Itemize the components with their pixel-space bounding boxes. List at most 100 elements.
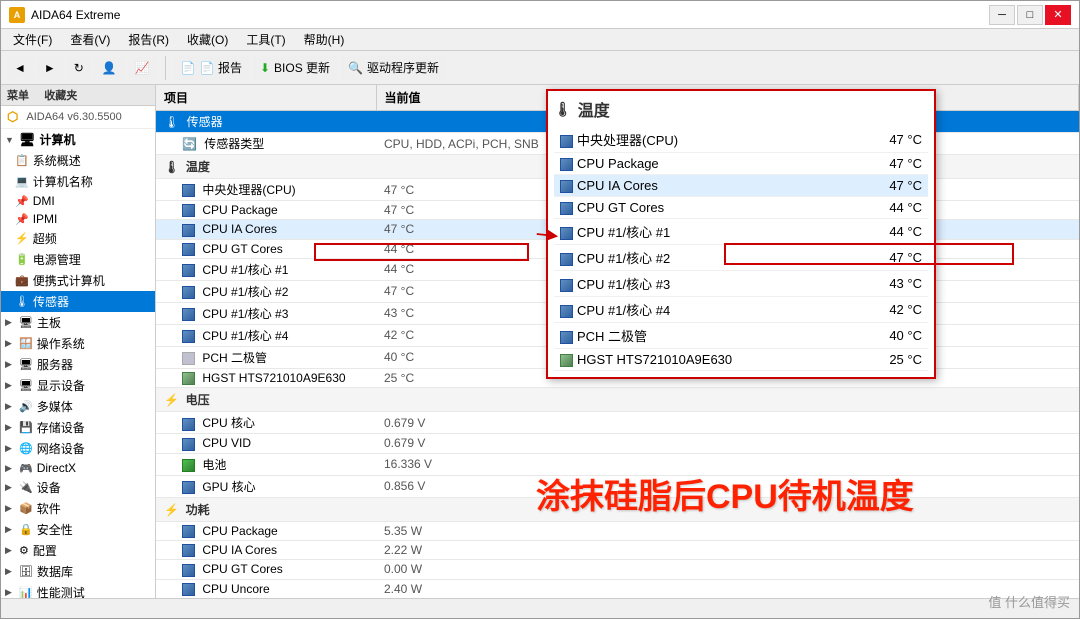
sidebar-item-motherboard[interactable]: ▶ 🖥 主板: [1, 312, 155, 333]
ipmi-icon: 📌: [15, 213, 29, 226]
popup-row-icon: [560, 135, 573, 148]
sidebar-item-sysoverview[interactable]: 📋 系统概述: [1, 150, 155, 171]
mb-arrow: ▶: [5, 317, 15, 328]
sidebar-item-storage[interactable]: ▶ 💾 存储设备: [1, 417, 155, 438]
sidebar-item-server[interactable]: ▶ 🖥 服务器: [1, 354, 155, 375]
popup-row-icon: [560, 305, 573, 318]
toolbar: ◄ ► ↻ 👤 📈 📄 📄 报告 ⬇ BIOS 更新 🔍 驱动程序更新: [1, 51, 1079, 85]
menu-file[interactable]: 文件(F): [5, 29, 60, 50]
back-button[interactable]: ◄: [7, 57, 33, 79]
db-arrow: ▶: [5, 566, 15, 577]
sysoverview-icon: 📋: [15, 154, 29, 167]
main-window: A AIDA64 Extreme ─ □ ✕ 文件(F) 查看(V) 报告(R)…: [0, 0, 1080, 619]
db-icon: 🗄: [19, 565, 33, 578]
window-controls: ─ □ ✕: [989, 5, 1071, 25]
person-button[interactable]: 👤: [95, 57, 124, 79]
forward-button[interactable]: ►: [37, 57, 63, 79]
popup-table-row: HGST HTS721010A9E63025 °C: [554, 349, 928, 371]
sensor-icon: 🌡: [15, 295, 29, 308]
overclock-icon: ⚡: [15, 232, 29, 245]
sensor-row-icon: 🌡: [164, 115, 179, 129]
dmi-icon: 📌: [15, 195, 29, 208]
sidebar-item-portable[interactable]: 💼 便携式计算机: [1, 270, 155, 291]
minimize-button[interactable]: ─: [989, 5, 1015, 25]
table-row-voltage-header: ⚡ 电压: [156, 388, 1079, 412]
aida-logo: ⬡: [7, 109, 18, 125]
table-row[interactable]: CPU IA Cores 2.22 W: [156, 540, 1079, 559]
powermgmt-label: 电源管理: [33, 251, 81, 268]
refresh-icon: ↻: [74, 61, 84, 75]
bios-icon: ⬇: [260, 61, 270, 75]
table-row[interactable]: CPU VID 0.679 V: [156, 434, 1079, 453]
popup-row-value: 25 °C: [858, 349, 928, 371]
popup-row-icon: [560, 180, 573, 193]
sidebar-item-devices[interactable]: ▶ 🔌 设备: [1, 477, 155, 498]
popup-row-value: 47 °C: [858, 153, 928, 175]
core3-icon: [182, 308, 195, 321]
sensor-type-icon: 🔄: [182, 137, 197, 151]
pwr-uncore-icon: [182, 583, 195, 596]
sidebar-item-dmi[interactable]: 📌 DMI: [1, 192, 155, 210]
popup-table: 中央处理器(CPU)47 °CCPU Package47 °CCPU IA Co…: [554, 127, 928, 371]
table-row[interactable]: CPU 核心 0.679 V: [156, 412, 1079, 434]
menu-help[interactable]: 帮助(H): [296, 29, 353, 50]
menu-report[interactable]: 报告(R): [120, 29, 177, 50]
bios-label: BIOS 更新: [274, 59, 330, 76]
srv-label: 服务器: [37, 356, 73, 373]
sidebar-item-overclock[interactable]: ⚡ 超频: [1, 228, 155, 249]
sidebar-item-directx[interactable]: ▶ 🎮 DirectX: [1, 459, 155, 477]
sidebar-item-benchmark[interactable]: ▶ 📊 性能测试: [1, 582, 155, 598]
st-label: 存储设备: [37, 419, 85, 436]
core1-icon: [182, 264, 195, 277]
chart-button[interactable]: 📈: [128, 57, 157, 79]
sidebar-item-display[interactable]: ▶ 🖥 显示设备: [1, 375, 155, 396]
voltage-section-title: ⚡ 电压: [156, 388, 1079, 412]
portable-icon: 💼: [15, 274, 29, 287]
sidebar-item-network[interactable]: ▶ 🌐 网络设备: [1, 438, 155, 459]
table-row[interactable]: CPU Package 5.35 W: [156, 521, 1079, 540]
sidebar-item-security[interactable]: ▶ 🔒 安全性: [1, 519, 155, 540]
sidebar-computer-label: 计算机: [40, 131, 76, 148]
toolbar-sep-1: [165, 56, 166, 80]
sidebar-section-menu: 菜单 收藏夹: [1, 85, 155, 106]
sidebar-item-os[interactable]: ▶ 🪟 操作系统: [1, 333, 155, 354]
menu-tools[interactable]: 工具(T): [238, 29, 293, 50]
os-label: 操作系统: [37, 335, 85, 352]
popup-row-label: CPU #1/核心 #4: [577, 303, 670, 318]
back-icon: ◄: [14, 61, 26, 75]
sidebar-item-powermgmt[interactable]: 🔋 电源管理: [1, 249, 155, 270]
sidebar-item-multimedia[interactable]: ▶ 🔊 多媒体: [1, 396, 155, 417]
srv-icon: 🖥: [19, 358, 33, 371]
sidebar-item-database[interactable]: ▶ 🗄 数据库: [1, 561, 155, 582]
maximize-button[interactable]: □: [1017, 5, 1043, 25]
popup-row-value: 44 °C: [858, 197, 928, 219]
hdd-icon: [182, 372, 195, 385]
table-row[interactable]: CPU Uncore 2.40 W: [156, 579, 1079, 598]
mm-label: 多媒体: [37, 398, 73, 415]
sec-icon: 🔒: [19, 523, 33, 536]
cpu-gt-icon: [182, 243, 195, 256]
popup-table-row: CPU #1/核心 #144 °C: [554, 219, 928, 245]
sidebar-item-config[interactable]: ▶ ⚙ 配置: [1, 540, 155, 561]
os-icon: 🪟: [19, 337, 33, 350]
sidebar-item-software[interactable]: ▶ 📦 软件: [1, 498, 155, 519]
refresh-button[interactable]: ↻: [67, 57, 91, 79]
bios-update-button[interactable]: ⬇ BIOS 更新: [253, 55, 337, 80]
computername-label: 计算机名称: [33, 173, 93, 190]
close-button[interactable]: ✕: [1045, 5, 1071, 25]
chart-icon: 📈: [135, 61, 150, 75]
computername-icon: 💻: [15, 175, 29, 188]
thermometer-icon: 🌡: [164, 160, 179, 174]
menu-view[interactable]: 查看(V): [62, 29, 118, 50]
driver-update-button[interactable]: 🔍 驱动程序更新: [341, 55, 446, 80]
computer-expand-icon: ▼: [5, 135, 15, 145]
sidebar-item-computername[interactable]: 💻 计算机名称: [1, 171, 155, 192]
sidebar-item-sensor[interactable]: 🌡 传感器: [1, 291, 155, 312]
sidebar-item-computer[interactable]: ▼ 🖥 计算机: [1, 129, 155, 150]
sidebar-item-ipmi[interactable]: 📌 IPMI: [1, 210, 155, 228]
report-button[interactable]: 📄 📄 报告: [174, 55, 249, 80]
sec-arrow: ▶: [5, 524, 15, 535]
table-row[interactable]: CPU GT Cores 0.00 W: [156, 560, 1079, 579]
menu-favorites[interactable]: 收藏(O): [179, 29, 236, 50]
pwr-pkg-icon: [182, 525, 195, 538]
